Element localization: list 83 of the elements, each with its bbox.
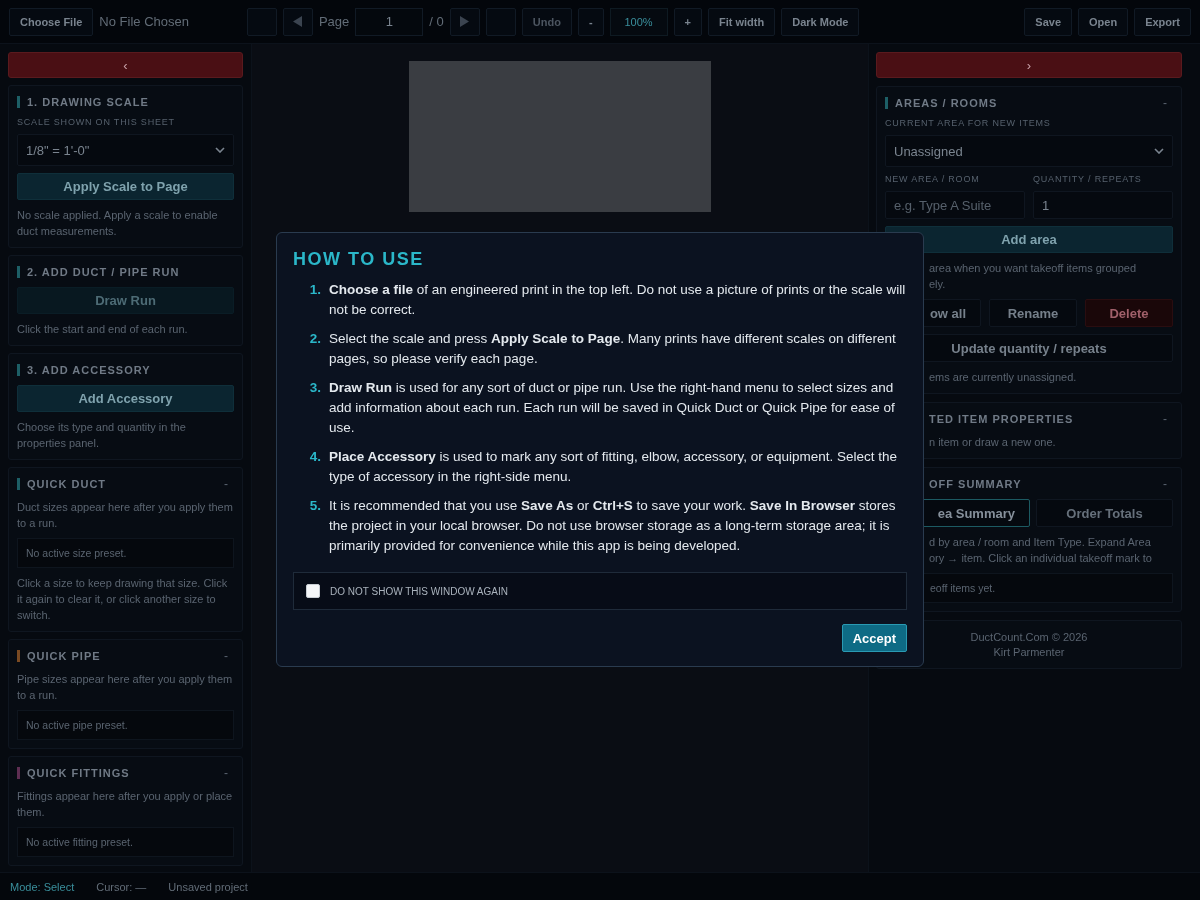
action-button[interactable]: Apply Scale to Page [17, 173, 234, 200]
triangle-right-icon [460, 16, 470, 27]
toolbar-button[interactable]: - [577, 7, 604, 36]
project-status: Unsaved project [168, 880, 248, 893]
area-button[interactable]: Rename [989, 299, 1077, 327]
preset-box: No active pipe preset. [17, 710, 234, 740]
help-text: ems are currently unassigned. [929, 370, 1078, 385]
section-title: OFF SUMMARY [928, 478, 1022, 490]
input-field[interactable]: 1 [1033, 191, 1173, 219]
page-input[interactable]: 1 [355, 7, 424, 36]
help-text: Duct sizes appear here after you apply them to a run. [17, 500, 234, 531]
area-button[interactable]: Delete [1085, 299, 1173, 327]
empty-button[interactable] [485, 7, 516, 36]
zoom-level: 100% [609, 7, 668, 36]
collapse-toggle[interactable]: - [224, 766, 234, 780]
step-number: 3. [308, 379, 321, 397]
collapse-button[interactable]: ‹ [8, 52, 243, 78]
preset-box: No active fitting preset. [17, 827, 234, 857]
help-text: Choose its type and quantity in the properties panel. [17, 420, 187, 451]
step-number: 5. [308, 497, 321, 515]
section-title: QUICK DUCT [27, 478, 107, 490]
toolbar-button[interactable]: Fit width [708, 7, 776, 36]
field-label: SCALE SHOWN ON THIS SHEET [17, 117, 176, 127]
summary-tab[interactable]: Order Totals [1036, 499, 1173, 527]
field-label: CURRENT AREA FOR NEW ITEMS [885, 118, 1052, 128]
next-page-button[interactable] [449, 7, 480, 36]
collapse-toggle[interactable]: - [224, 477, 234, 491]
toolbar-button[interactable]: Export [1134, 7, 1191, 36]
section-title: 2. ADD DUCT / PIPE RUN [27, 266, 180, 278]
toolbar-text: Page [318, 14, 350, 29]
toolbar-text: / 0 [429, 14, 444, 29]
section-title: 1. DRAWING SCALE [27, 96, 149, 108]
help-text: Click the start and end of each run. [17, 322, 189, 337]
accept-button[interactable]: Accept [841, 624, 907, 652]
footer-text: Kirt Parmenter [993, 646, 1065, 658]
toolbar-button[interactable]: Choose File [9, 7, 94, 36]
collapse-toggle[interactable]: - [1163, 96, 1173, 110]
step-number: 2. [308, 330, 321, 348]
toolbar-button[interactable]: Dark Mode [781, 7, 860, 36]
toolbar-button[interactable]: Save [1024, 7, 1073, 36]
empty-button[interactable] [246, 7, 277, 36]
footer-text: DuctCount.Com © 2026 [970, 631, 1088, 643]
help-text: n item or draw a new one. [929, 435, 1057, 450]
dialog-title: HOW TO USE [293, 249, 424, 270]
toolbar-button[interactable]: + [673, 7, 702, 36]
help-text: Pipe sizes appear here after you apply them to a run. [17, 672, 234, 703]
mode-status: Mode: Select [10, 880, 75, 893]
step-number: 1. [308, 281, 321, 299]
toolbar-button[interactable]: Open [1078, 7, 1129, 36]
step-number: 4. [308, 448, 321, 466]
action-button[interactable]: Add Accessory [17, 385, 234, 412]
section-title: QUICK PIPE [27, 650, 101, 662]
section-title: AREAS / ROOMS [895, 97, 998, 109]
checkbox[interactable] [306, 584, 320, 598]
help-text: Fittings appear here after you apply or place them. [17, 789, 234, 820]
help-text: No scale applied. Apply a scale to enable duct measurements. [17, 208, 219, 239]
help-text: ory → item. Click an individual takeoff mark to [929, 551, 1153, 566]
cursor-status: Cursor: — [96, 880, 147, 893]
help-text: area when you want takeoff items grouped [929, 261, 1138, 276]
input-field[interactable]: e.g. Type A Suite [885, 191, 1025, 219]
checkbox-label: DO NOT SHOW THIS WINDOW AGAIN [330, 585, 508, 597]
section-title: TED ITEM PROPERTIES [928, 413, 1074, 425]
field-label: QUANTITY / REPEATS [1033, 174, 1143, 184]
help-text: d by area / room and Item Type. Expand Area [929, 535, 1152, 550]
step-text: Draw Run is used for any sort of duct or pipe run. Use the right-hand menu to select sizes and add information about each run. Each run will be saved in Quick Duct or Quick Pipe for ease of use. [329, 379, 896, 437]
preset-box: No active size preset. [17, 538, 234, 568]
step-text: Place Accessory is used to mark any sort of fitting, elbow, accessory, or equipment. Select the type of accessory in the right-side menu. [329, 448, 899, 486]
chevron-down-icon [1154, 148, 1164, 154]
section-title: 3. ADD ACCESSORY [27, 364, 151, 376]
help-text: ely. [929, 277, 947, 292]
collapse-toggle[interactable]: - [1163, 477, 1173, 491]
chevron-down-icon [215, 147, 225, 153]
triangle-left-icon [293, 16, 303, 27]
collapse-toggle[interactable]: - [1163, 412, 1173, 426]
select-field[interactable]: 1/8" = 1'-0" [17, 134, 234, 166]
collapse-button[interactable]: › [876, 52, 1182, 78]
section-title: QUICK FITTINGS [27, 767, 130, 779]
collapse-toggle[interactable]: - [224, 649, 234, 663]
help-text: Click a size to keep drawing that size. Click it again to clear it, or click another size to switch. [17, 576, 229, 623]
prev-page-button[interactable] [282, 7, 313, 36]
toolbar-text: No File Chosen [99, 14, 189, 29]
select-field[interactable]: Unassigned [885, 135, 1173, 167]
field-label: NEW AREA / ROOM [885, 174, 981, 184]
